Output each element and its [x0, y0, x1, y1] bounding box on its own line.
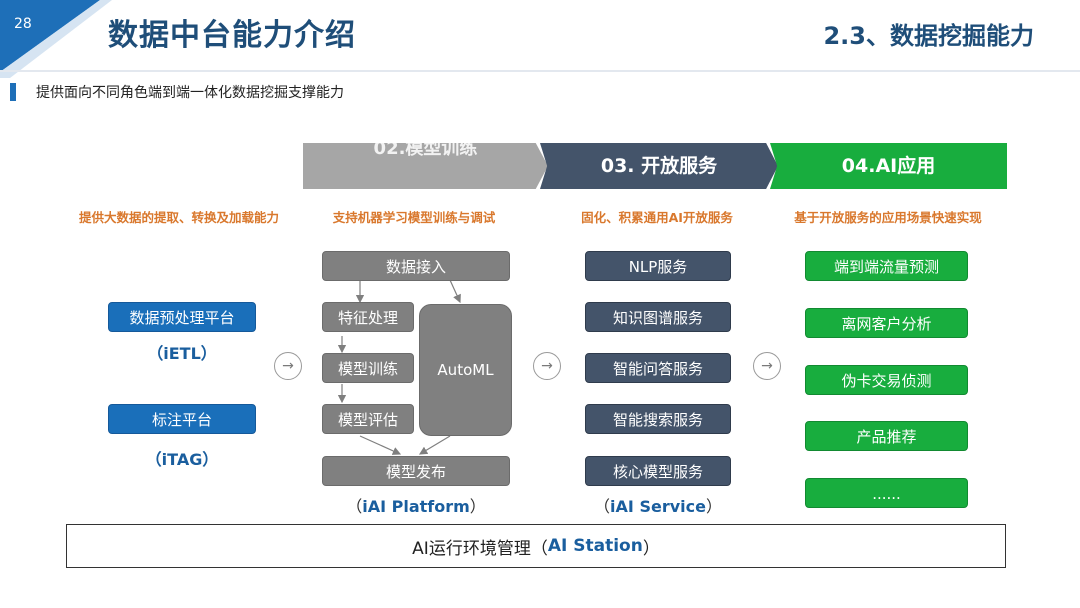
box-annotation-platform: 标注平台: [108, 404, 256, 434]
ai-station-label: AI运行环境管理: [412, 538, 531, 559]
paren-close: ）: [642, 538, 660, 559]
box-model-training: 模型训练: [322, 353, 414, 383]
flow-arrow-icon: →: [753, 352, 781, 380]
box-qa-service: 智能问答服务: [585, 353, 731, 383]
stage-open-service: 03. 开放服务: [540, 143, 778, 189]
box-data-preprocessing: 数据预处理平台: [108, 302, 256, 332]
stage-ai-application: 04.AI应用: [770, 143, 1007, 189]
box-traffic-forecast: 端到端流量预测: [805, 251, 968, 281]
label-ietl: （iETL）: [147, 344, 217, 363]
header-divider: [0, 70, 1080, 72]
label-itag: （iTAG）: [145, 450, 219, 469]
box-more-applications: ......: [805, 478, 968, 508]
flow-arrow-icon: →: [274, 352, 302, 380]
desc-service: 固化、积累通用AI开放服务: [581, 210, 733, 225]
section-title: 2.3、数据挖掘能力: [823, 22, 1034, 50]
box-automl: AutoML: [419, 304, 512, 436]
box-search-service: 智能搜索服务: [585, 404, 731, 434]
paren-open: （: [346, 497, 363, 516]
desc-etl: 提供大数据的提取、转换及加载能力: [78, 210, 279, 225]
box-knowledge-graph-service: 知识图谱服务: [585, 302, 731, 332]
box-model-evaluation: 模型评估: [322, 404, 414, 434]
box-product-recommendation: 产品推荐: [805, 421, 968, 451]
subtitle: 提供面向不同角色端到端一体化数据挖掘支撑能力: [36, 85, 344, 101]
ai-station-name: AI Station: [547, 536, 643, 556]
box-fraud-detection: 伪卡交易侦测: [805, 365, 968, 395]
page-number: 28: [14, 16, 32, 32]
ai-station-bar: AI运行环境管理（AI Station）: [66, 524, 1006, 568]
box-model-release: 模型发布: [322, 456, 510, 486]
paren-close: ）: [705, 497, 722, 516]
box-data-ingestion: 数据接入: [322, 251, 510, 281]
label-iai-service: （iAI Service）: [575, 493, 741, 517]
paren-close: ）: [469, 497, 486, 516]
box-core-model-service: 核心模型服务: [585, 456, 731, 486]
box-feature-processing: 特征处理: [322, 302, 414, 332]
desc-application: 基于开放服务的应用场景快速实现: [794, 210, 982, 225]
platform-name: iAI Platform: [362, 497, 470, 516]
service-name: iAI Service: [610, 497, 706, 516]
corner-decoration: [0, 0, 112, 78]
box-churn-analysis: 离网客户分析: [805, 308, 968, 338]
desc-training: 支持机器学习模型训练与调试: [332, 210, 496, 225]
subtitle-marker: [10, 83, 16, 101]
stage-model-training: 02.模型训练: [303, 143, 548, 189]
box-nlp-service: NLP服务: [585, 251, 731, 281]
paren-open: （: [594, 497, 611, 516]
label-iai-platform: （iAI Platform）: [322, 493, 510, 517]
paren-open: （: [530, 538, 548, 559]
page-title: 数据中台能力介绍: [108, 18, 356, 53]
